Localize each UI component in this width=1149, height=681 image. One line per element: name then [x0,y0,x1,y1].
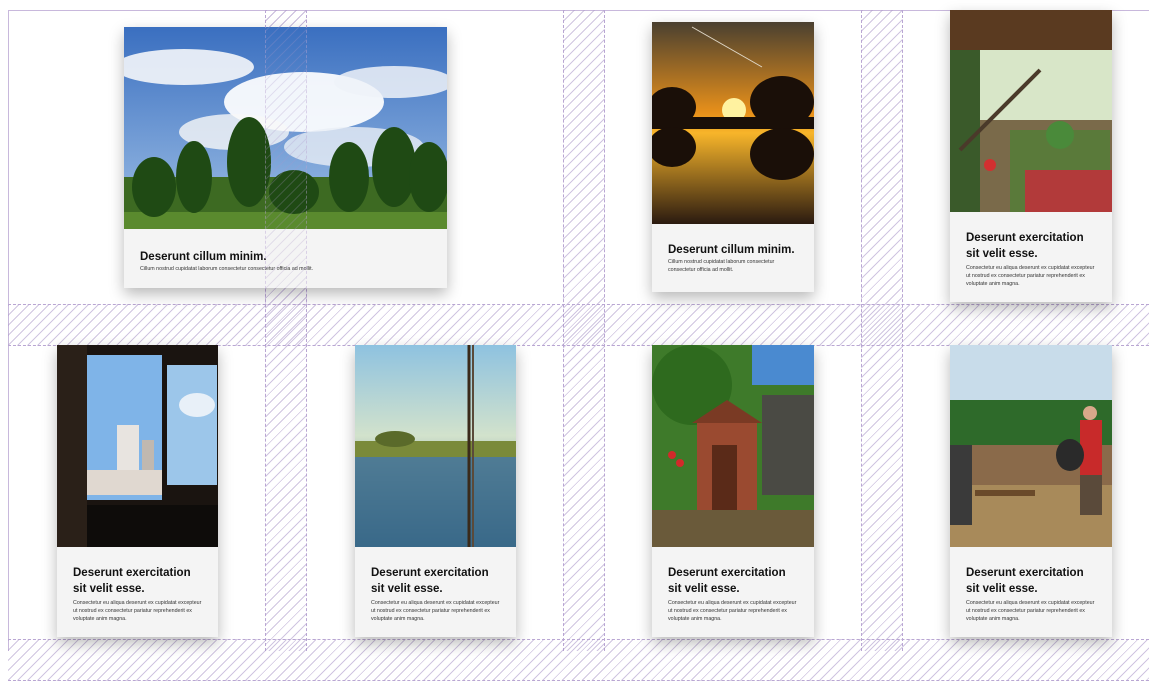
photo-window-view [57,345,218,547]
card-title: Deserunt cillum minim. [668,244,795,256]
row-gutter [8,304,1149,346]
gallery-card[interactable]: Deserunt exercitation sit velit esse. Co… [355,345,516,637]
card-title: Deserunt exercitation sit velit esse. [966,232,1084,260]
gallery-card[interactable]: Deserunt cillum minim. Cillum nostrud cu… [124,27,447,288]
photo-garden-pergola [950,10,1112,212]
card-description: Consectetur eu aliqua deserunt ex cupida… [73,600,202,622]
photo-landscape-trees [124,27,447,229]
card-title: Deserunt exercitation sit velit esse. [966,567,1084,595]
card-title: Deserunt exercitation sit velit esse. [371,567,489,595]
gallery-card[interactable]: Deserunt exercitation sit velit esse. Co… [950,10,1112,302]
card-title: Deserunt exercitation sit velit esse. [73,567,191,595]
card-description: Consectetur eu aliqua deserunt ex cupida… [966,265,1095,287]
photo-field-barbecue [950,345,1112,547]
card-title: Deserunt cillum minim. [140,251,267,263]
card-description: Cillum nostrud cupidatat laborum consect… [140,266,314,272]
card-description: Consectetur eu aliqua deserunt ex cupida… [371,600,500,622]
card-description: Consectetur eu aliqua deserunt ex cupida… [966,600,1095,622]
card-description: Consectetur eu aliqua deserunt ex cupida… [668,600,797,622]
gallery-card[interactable]: Deserunt cillum minim. Cillum nostrud cu… [652,22,814,292]
row-gutter [8,639,1149,681]
card-description: Cillum nostrud cupidatat laborum consect… [668,259,775,273]
photo-brick-shed [652,345,814,547]
gallery-card[interactable]: Deserunt exercitation sit velit esse. Co… [652,345,814,637]
photo-river-reflection [355,345,516,547]
gallery-card[interactable]: Deserunt exercitation sit velit esse. Co… [950,345,1112,637]
card-title: Deserunt exercitation sit velit esse. [668,567,786,595]
gallery-card[interactable]: Deserunt exercitation sit velit esse. Co… [57,345,218,637]
photo-sunset-lake [652,22,814,224]
